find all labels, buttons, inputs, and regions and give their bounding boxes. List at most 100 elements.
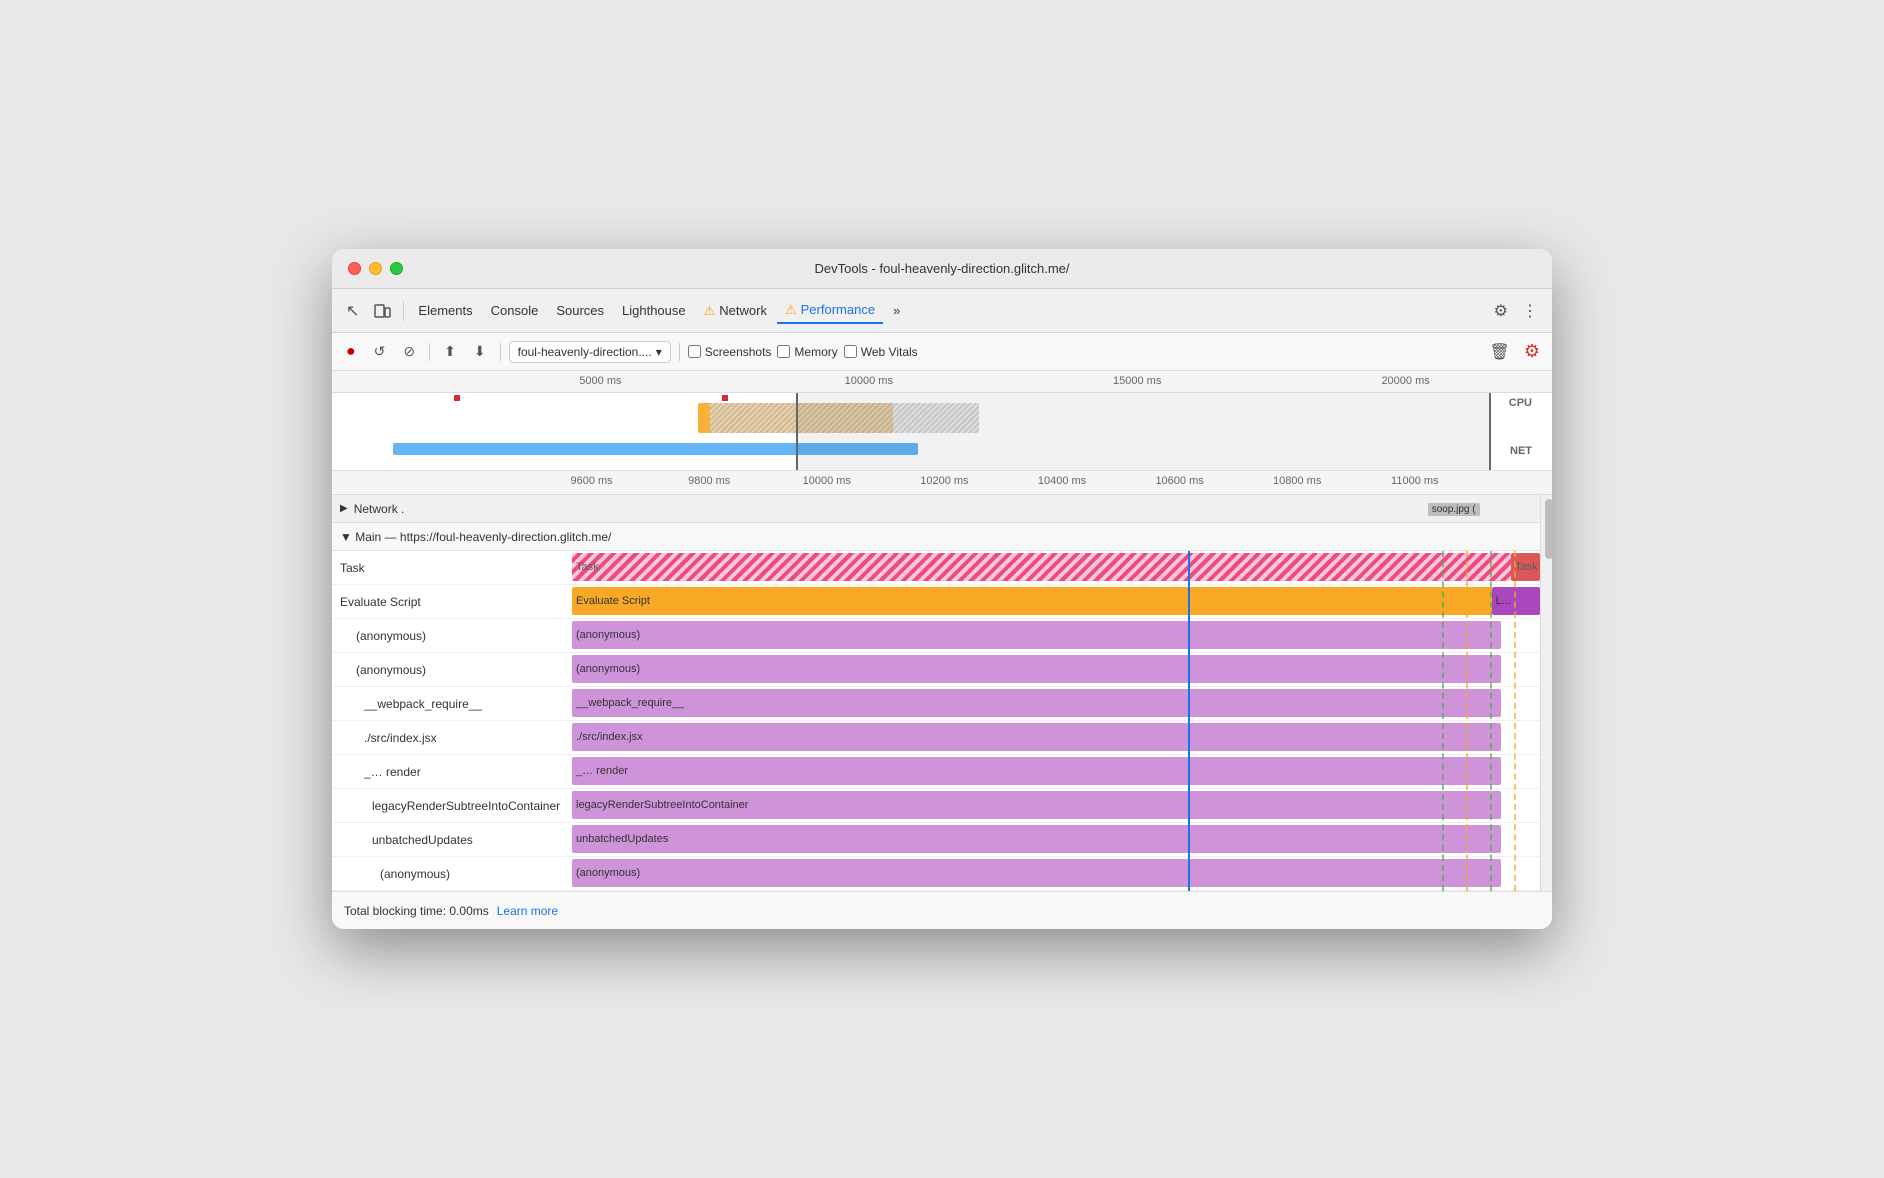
rec-separator-3 [679,343,680,361]
network-expand-icon[interactable]: ▶ [340,503,348,514]
flame-label-render: _… render [332,755,572,788]
flame-row-evaluate[interactable]: Evaluate Script Evaluate Script L... [332,585,1540,619]
gear-icon[interactable]: ⚙ [1488,297,1514,325]
tab-console[interactable]: Console [483,299,547,322]
src-bar[interactable]: ./src/index.jsx [572,723,1501,751]
main-section-label: ▼ Main — https://foul-heavenly-direction… [340,530,611,544]
tab-sources[interactable]: Sources [548,299,612,322]
flame-bars-render: _… render [572,755,1540,788]
scale-tick-9800: 9800 ms [688,475,730,487]
flame-label-anon-1: (anonymous) [332,619,572,652]
net-label: NET [1510,445,1532,457]
flame-row-webpack[interactable]: __webpack_require__ __webpack_require__ [332,687,1540,721]
device-icon[interactable] [367,298,397,324]
minimize-button[interactable] [369,262,382,275]
web-vitals-checkbox-group[interactable]: Web Vitals [844,345,918,359]
toolbar-separator-1 [403,301,404,321]
tab-elements[interactable]: Elements [410,299,480,322]
main-section-header[interactable]: ▼ Main — https://foul-heavenly-direction… [332,523,1540,551]
export-button[interactable]: ⬇ [468,339,492,364]
flame-label-anon-2: (anonymous) [332,653,572,686]
network-section-label: Network . [354,502,405,516]
reload-button[interactable]: ↺ [368,339,392,364]
chevron-down-icon: ▾ [656,345,662,359]
cursor-icon[interactable]: ↖ [340,297,365,325]
webpack-bar[interactable]: __webpack_require__ [572,689,1501,717]
scale-tick-10800: 10800 ms [1273,475,1321,487]
tick-15000: 15000 ms [1113,375,1161,387]
red-marker-1 [454,395,460,401]
clear-button[interactable]: ⊘ [397,339,421,364]
flame-row-src[interactable]: ./src/index.jsx ./src/index.jsx [332,721,1540,755]
rec-separator-2 [500,343,501,361]
flame-label-webpack: __webpack_require__ [332,687,572,720]
vertical-scrollbar[interactable] [1540,495,1552,891]
flame-label-legacy: legacyRenderSubtreeIntoContainer [332,789,572,822]
bottom-bar: Total blocking time: 0.00ms Learn more [332,891,1552,929]
flame-row-render[interactable]: _… render _… render [332,755,1540,789]
task-bar-2[interactable]: Task [1511,553,1540,581]
flame-row-anon-3[interactable]: (anonymous) (anonymous) [332,857,1540,891]
record-button[interactable]: ● [340,339,362,365]
screenshots-checkbox[interactable] [688,345,701,358]
trash-button[interactable]: 🗑 [1486,338,1514,366]
anon-bar-1[interactable]: (anonymous) [572,621,1501,649]
timeline-overview[interactable]: 5000 ms 10000 ms 15000 ms 20000 ms CPU N… [332,371,1552,471]
scale-ticks-container: 9600 ms 9800 ms 10000 ms 10200 ms 10400 … [572,471,1552,494]
main-toolbar: ↖ Elements Console Sources Lighthouse ⚠ … [332,289,1552,333]
scale-tick-10000: 10000 ms [803,475,851,487]
flame-label-src: ./src/index.jsx [332,721,572,754]
settings-red-button[interactable]: ⚙ [1520,337,1544,366]
screenshots-checkbox-group[interactable]: Screenshots [688,345,772,359]
more-vert-icon[interactable]: ⋮ [1516,297,1544,325]
timeline-ruler: 5000 ms 10000 ms 15000 ms 20000 ms [332,371,1552,393]
close-button[interactable] [348,262,361,275]
anon-bar-3[interactable]: (anonymous) [572,859,1501,887]
memory-checkbox-group[interactable]: Memory [777,345,837,359]
overview-selection[interactable] [796,393,1491,471]
flame-row-anon-1[interactable]: (anonymous) (anonymous) [332,619,1540,653]
import-button[interactable]: ⬆ [438,339,462,364]
network-section-header[interactable]: ▶ Network . soop.jpg ( [332,495,1540,523]
tab-performance[interactable]: ⚠ Performance [777,298,883,324]
scale-tick-9600: 9600 ms [570,475,612,487]
blocking-time-text: Total blocking time: 0.00ms [344,904,489,918]
web-vitals-checkbox[interactable] [844,345,857,358]
scrollbar-thumb[interactable] [1545,499,1552,559]
memory-checkbox[interactable] [777,345,790,358]
evaluate-bar[interactable]: Evaluate Script [572,587,1492,615]
recording-toolbar: ● ↺ ⊘ ⬆ ⬇ foul-heavenly-direction.... ▾ … [332,333,1552,371]
flame-bars-anon-2: (anonymous) [572,653,1540,686]
evaluate-bar-2[interactable]: L... [1492,587,1540,615]
network-warning-icon: ⚠ [704,303,716,319]
task-bar[interactable]: Task [572,553,1511,581]
flame-area: ▶ Network . soop.jpg ( ▼ Main — https://… [332,495,1540,891]
flame-bars-webpack: __webpack_require__ [572,687,1540,720]
tab-network[interactable]: ⚠ Network [696,299,775,323]
network-bars: soop.jpg ( [694,501,1479,517]
unbatched-bar[interactable]: unbatchedUpdates [572,825,1501,853]
overview-area[interactable]: CPU NET [332,393,1552,471]
tick-20000: 20000 ms [1381,375,1429,387]
scale-tick-11000: 11000 ms [1391,475,1439,487]
tab-lighthouse[interactable]: Lighthouse [614,299,694,322]
flame-chart: Task Task Task Evaluate Script [332,551,1540,891]
anon-bar-2[interactable]: (anonymous) [572,655,1501,683]
url-select[interactable]: foul-heavenly-direction.... ▾ [509,341,671,363]
flame-row-task[interactable]: Task Task Task [332,551,1540,585]
flame-row-anon-2[interactable]: (anonymous) (anonymous) [332,653,1540,687]
flame-label-unbatched: unbatchedUpdates [332,823,572,856]
flame-row-legacy[interactable]: legacyRenderSubtreeIntoContainer legacyR… [332,789,1540,823]
flame-label-task: Task [332,551,572,584]
render-bar[interactable]: _… render [572,757,1501,785]
flame-row-unbatched[interactable]: unbatchedUpdates unbatchedUpdates [332,823,1540,857]
cpu-label: CPU [1509,397,1532,409]
tick-10000: 10000 ms [845,375,893,387]
maximize-button[interactable] [390,262,403,275]
learn-more-link[interactable]: Learn more [497,904,558,918]
flame-bars-legacy: legacyRenderSubtreeIntoContainer [572,789,1540,822]
tick-5000: 5000 ms [579,375,621,387]
tab-more[interactable]: » [885,299,908,322]
soop-jpg-label: soop.jpg ( [1428,503,1480,516]
legacy-bar[interactable]: legacyRenderSubtreeIntoContainer [572,791,1501,819]
